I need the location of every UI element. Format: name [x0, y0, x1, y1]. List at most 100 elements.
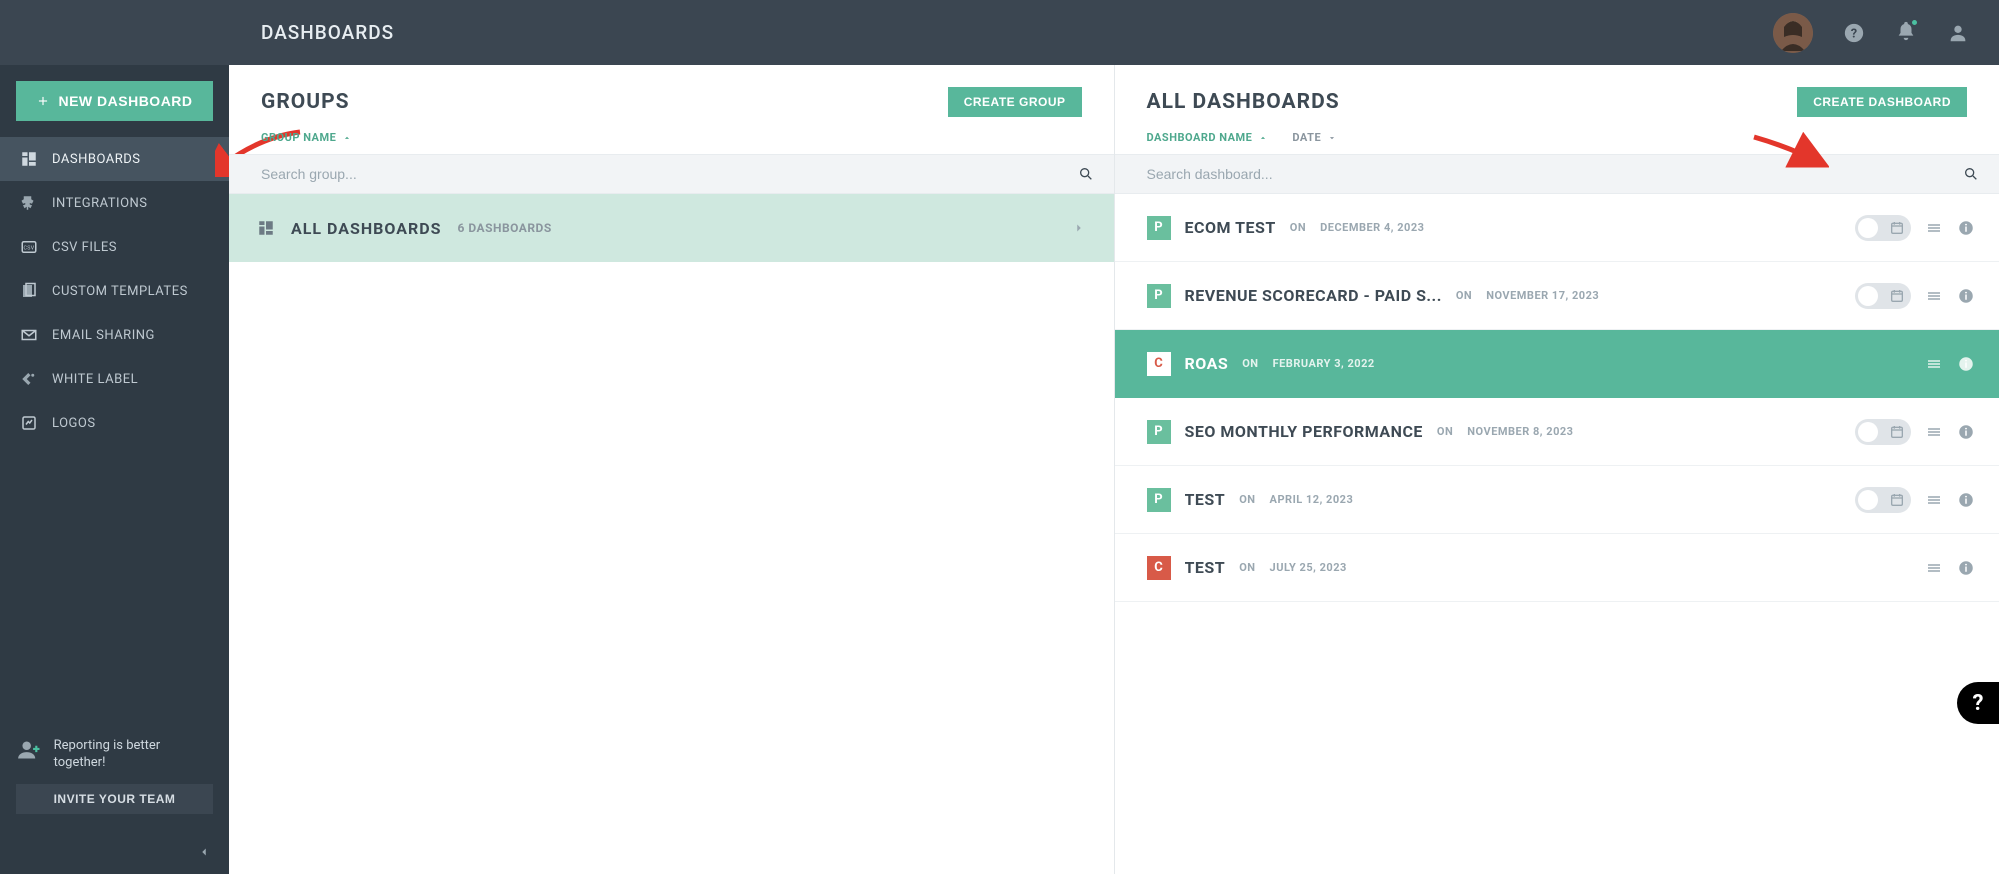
groups-title: GROUPS [261, 90, 350, 114]
svg-text:?: ? [1851, 26, 1857, 41]
dashboard-type-badge: P [1147, 420, 1171, 444]
dashboard-date: NOVEMBER 17, 2023 [1486, 289, 1599, 302]
help-icon[interactable]: ? [1843, 22, 1865, 44]
schedule-toggle[interactable] [1855, 487, 1911, 513]
dashboard-on-label: ON [1239, 493, 1255, 506]
sort-dashboard-name[interactable]: DASHBOARD NAME [1147, 131, 1269, 144]
nav-icon: CSV [20, 238, 38, 256]
sidebar-item-white-label[interactable]: WHITE LABEL [0, 357, 229, 401]
sidebar-item-custom-templates[interactable]: CUSTOM TEMPLATES [0, 269, 229, 313]
sidebar-item-label: WHITE LABEL [52, 372, 138, 387]
schedule-toggle[interactable] [1855, 215, 1911, 241]
sort-group-name-label: GROUP NAME [261, 131, 336, 144]
dashboard-name: REVENUE SCORECARD - PAID S... [1185, 286, 1442, 305]
dashboard-row[interactable]: CROASONFEBRUARY 3, 2022 [1115, 330, 1999, 398]
group-all-dashboards[interactable]: ALL DASHBOARDS 6 DASHBOARDS [229, 194, 1114, 262]
sidebar: NEW DASHBOARD DASHBOARDSINTEGRATIONSCSVC… [0, 65, 229, 874]
nav-icon [20, 282, 38, 300]
dashboard-row[interactable]: P TEST ON APRIL 12, 2023 [1115, 466, 1999, 534]
search-icon[interactable] [1078, 166, 1094, 182]
sidebar-item-label: DASHBOARDS [52, 152, 141, 167]
info-icon[interactable] [1957, 559, 1975, 577]
search-dashboards-input[interactable] [1147, 166, 1964, 182]
avatar[interactable] [1773, 13, 1813, 53]
sidebar-item-dashboards[interactable]: DASHBOARDS [0, 137, 229, 181]
new-dashboard-button[interactable]: NEW DASHBOARD [16, 81, 213, 121]
dashboard-name: SEO MONTHLY PERFORMANCE [1185, 422, 1423, 441]
chevron-down-icon [1327, 133, 1337, 143]
new-dashboard-label: NEW DASHBOARD [58, 93, 192, 109]
group-row-title: ALL DASHBOARDS [291, 219, 442, 238]
dashboard-on-label: ON [1239, 561, 1255, 574]
topbar: dashthis DASHBOARDS ? [0, 0, 1999, 65]
calendar-icon [1889, 492, 1905, 508]
menu-icon[interactable] [1925, 219, 1943, 237]
create-dashboard-button[interactable]: CREATE DASHBOARD [1797, 87, 1967, 117]
team-prompt-text: Reporting is better together! [54, 737, 213, 772]
menu-icon[interactable] [1925, 423, 1943, 441]
svg-text:CSV: CSV [23, 245, 34, 251]
nav-icon [20, 370, 38, 388]
help-orb-button[interactable]: ? [1957, 682, 1999, 724]
sort-group-name[interactable]: GROUP NAME [261, 131, 352, 144]
menu-icon[interactable] [1925, 287, 1943, 305]
dashboards-panel: ALL DASHBOARDS CREATE DASHBOARD DASHBOAR… [1115, 65, 1999, 874]
user-icon[interactable] [1947, 22, 1969, 44]
schedule-toggle[interactable] [1855, 283, 1911, 309]
plus-icon [36, 94, 50, 108]
chevron-right-icon [1072, 221, 1086, 235]
sidebar-item-integrations[interactable]: INTEGRATIONS [0, 181, 229, 225]
sidebar-item-logos[interactable]: LOGOS [0, 401, 229, 445]
group-row-count: 6 DASHBOARDS [458, 221, 552, 235]
menu-icon[interactable] [1925, 355, 1943, 373]
dashboard-name: ROAS [1185, 354, 1229, 373]
dashboard-date: JULY 25, 2023 [1270, 561, 1347, 574]
info-icon[interactable] [1957, 423, 1975, 441]
menu-icon[interactable] [1925, 559, 1943, 577]
dashboard-date: APRIL 12, 2023 [1270, 493, 1354, 506]
chevron-up-icon [342, 133, 352, 143]
dashboard-type-badge: C [1147, 556, 1171, 580]
dashboards-title: ALL DASHBOARDS [1147, 90, 1340, 114]
dashboard-on-label: ON [1456, 289, 1472, 302]
dashboard-date: DECEMBER 4, 2023 [1320, 221, 1424, 234]
nav-icon [20, 194, 38, 212]
dashboard-row[interactable]: PECOM TESTONDECEMBER 4, 2023 [1115, 194, 1999, 262]
sidebar-item-csv-files[interactable]: CSVCSV FILES [0, 225, 229, 269]
search-groups-input[interactable] [261, 166, 1078, 182]
dashboard-type-badge: P [1147, 488, 1171, 512]
collapse-sidebar-icon[interactable] [197, 845, 211, 859]
dashboard-type-badge: C [1147, 352, 1171, 376]
dashboard-type-badge: P [1147, 284, 1171, 308]
sidebar-item-label: LOGOS [52, 416, 96, 431]
calendar-icon [1889, 424, 1905, 440]
dashboard-name: ECOM TEST [1185, 218, 1276, 237]
info-icon[interactable] [1957, 355, 1975, 373]
dashboard-row[interactable]: PSEO MONTHLY PERFORMANCEONNOVEMBER 8, 20… [1115, 398, 1999, 466]
create-group-button[interactable]: CREATE GROUP [948, 87, 1082, 117]
info-icon[interactable] [1957, 491, 1975, 509]
groups-panel: GROUPS CREATE GROUP GROUP NAME ALL DASHB… [229, 65, 1115, 874]
dashboard-on-label: ON [1437, 425, 1453, 438]
calendar-icon [1889, 220, 1905, 236]
info-icon[interactable] [1957, 219, 1975, 237]
dashboard-name: TEST [1185, 558, 1226, 577]
dashboard-row[interactable]: C TEST ON JULY 25, 2023 [1115, 534, 1999, 602]
invite-team-button[interactable]: INVITE YOUR TEAM [16, 784, 213, 814]
notifications-icon[interactable] [1895, 20, 1917, 46]
sort-dashboard-date-label: DATE [1292, 131, 1321, 144]
search-icon[interactable] [1963, 166, 1979, 182]
sort-dashboard-date[interactable]: DATE [1292, 131, 1337, 144]
notification-dot [1910, 18, 1919, 27]
chevron-up-icon [1258, 133, 1268, 143]
menu-icon[interactable] [1925, 491, 1943, 509]
sidebar-item-label: EMAIL SHARING [52, 328, 155, 343]
dashboard-row[interactable]: P REVENUE SCORECARD - PAID S... ON NOVEMBER… [1115, 262, 1999, 330]
dashboard-date: FEBRUARY 3, 2022 [1273, 357, 1375, 370]
sidebar-item-email-sharing[interactable]: EMAIL SHARING [0, 313, 229, 357]
schedule-toggle[interactable] [1855, 419, 1911, 445]
sidebar-item-label: CUSTOM TEMPLATES [52, 284, 188, 299]
info-icon[interactable] [1957, 287, 1975, 305]
dashboard-name: TEST [1185, 490, 1226, 509]
nav-icon [20, 326, 38, 344]
